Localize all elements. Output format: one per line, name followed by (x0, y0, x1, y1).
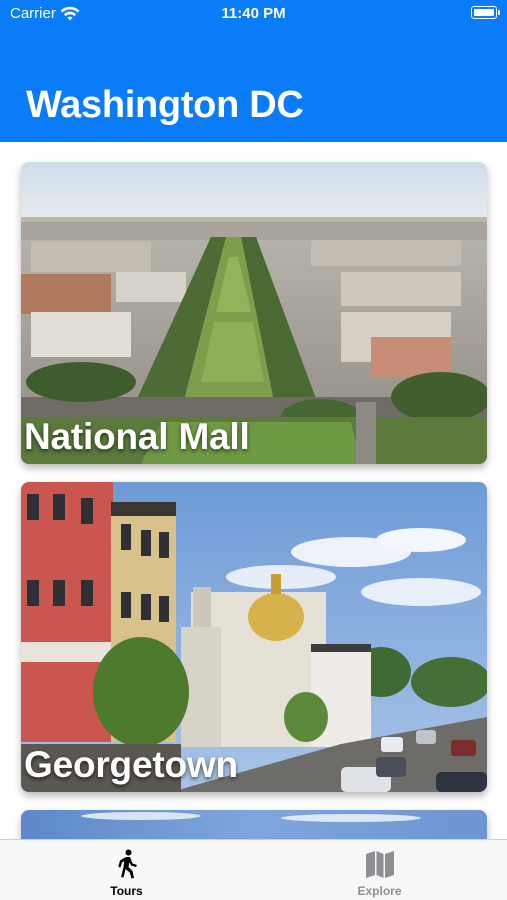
navigation-header: Carrier 11:40 PM Washington DC (0, 0, 507, 142)
tour-card-partial[interactable] (21, 810, 487, 839)
map-icon (365, 851, 394, 878)
tour-card-title: Georgetown (24, 744, 238, 785)
status-time: 11:40 PM (221, 5, 286, 22)
tab-bar: Tours Explore (0, 839, 507, 900)
page-title: Washington DC (26, 84, 304, 126)
tour-card-georgetown[interactable]: Georgetown (21, 482, 487, 792)
tour-card-photo (21, 810, 487, 839)
tour-card-title: National Mall (24, 416, 250, 457)
battery-icon (471, 6, 500, 19)
tour-list[interactable]: National Mall Georgetown (0, 142, 507, 839)
tab-tours-label: Tours (110, 884, 143, 898)
tab-tours[interactable]: Tours (0, 840, 253, 900)
tab-explore-label: Explore (357, 884, 402, 898)
status-bar: Carrier 11:40 PM (0, 0, 507, 30)
tour-card-national-mall[interactable]: National Mall (21, 162, 487, 464)
walking-person-icon (117, 849, 137, 879)
tab-explore[interactable]: Explore (253, 840, 506, 900)
